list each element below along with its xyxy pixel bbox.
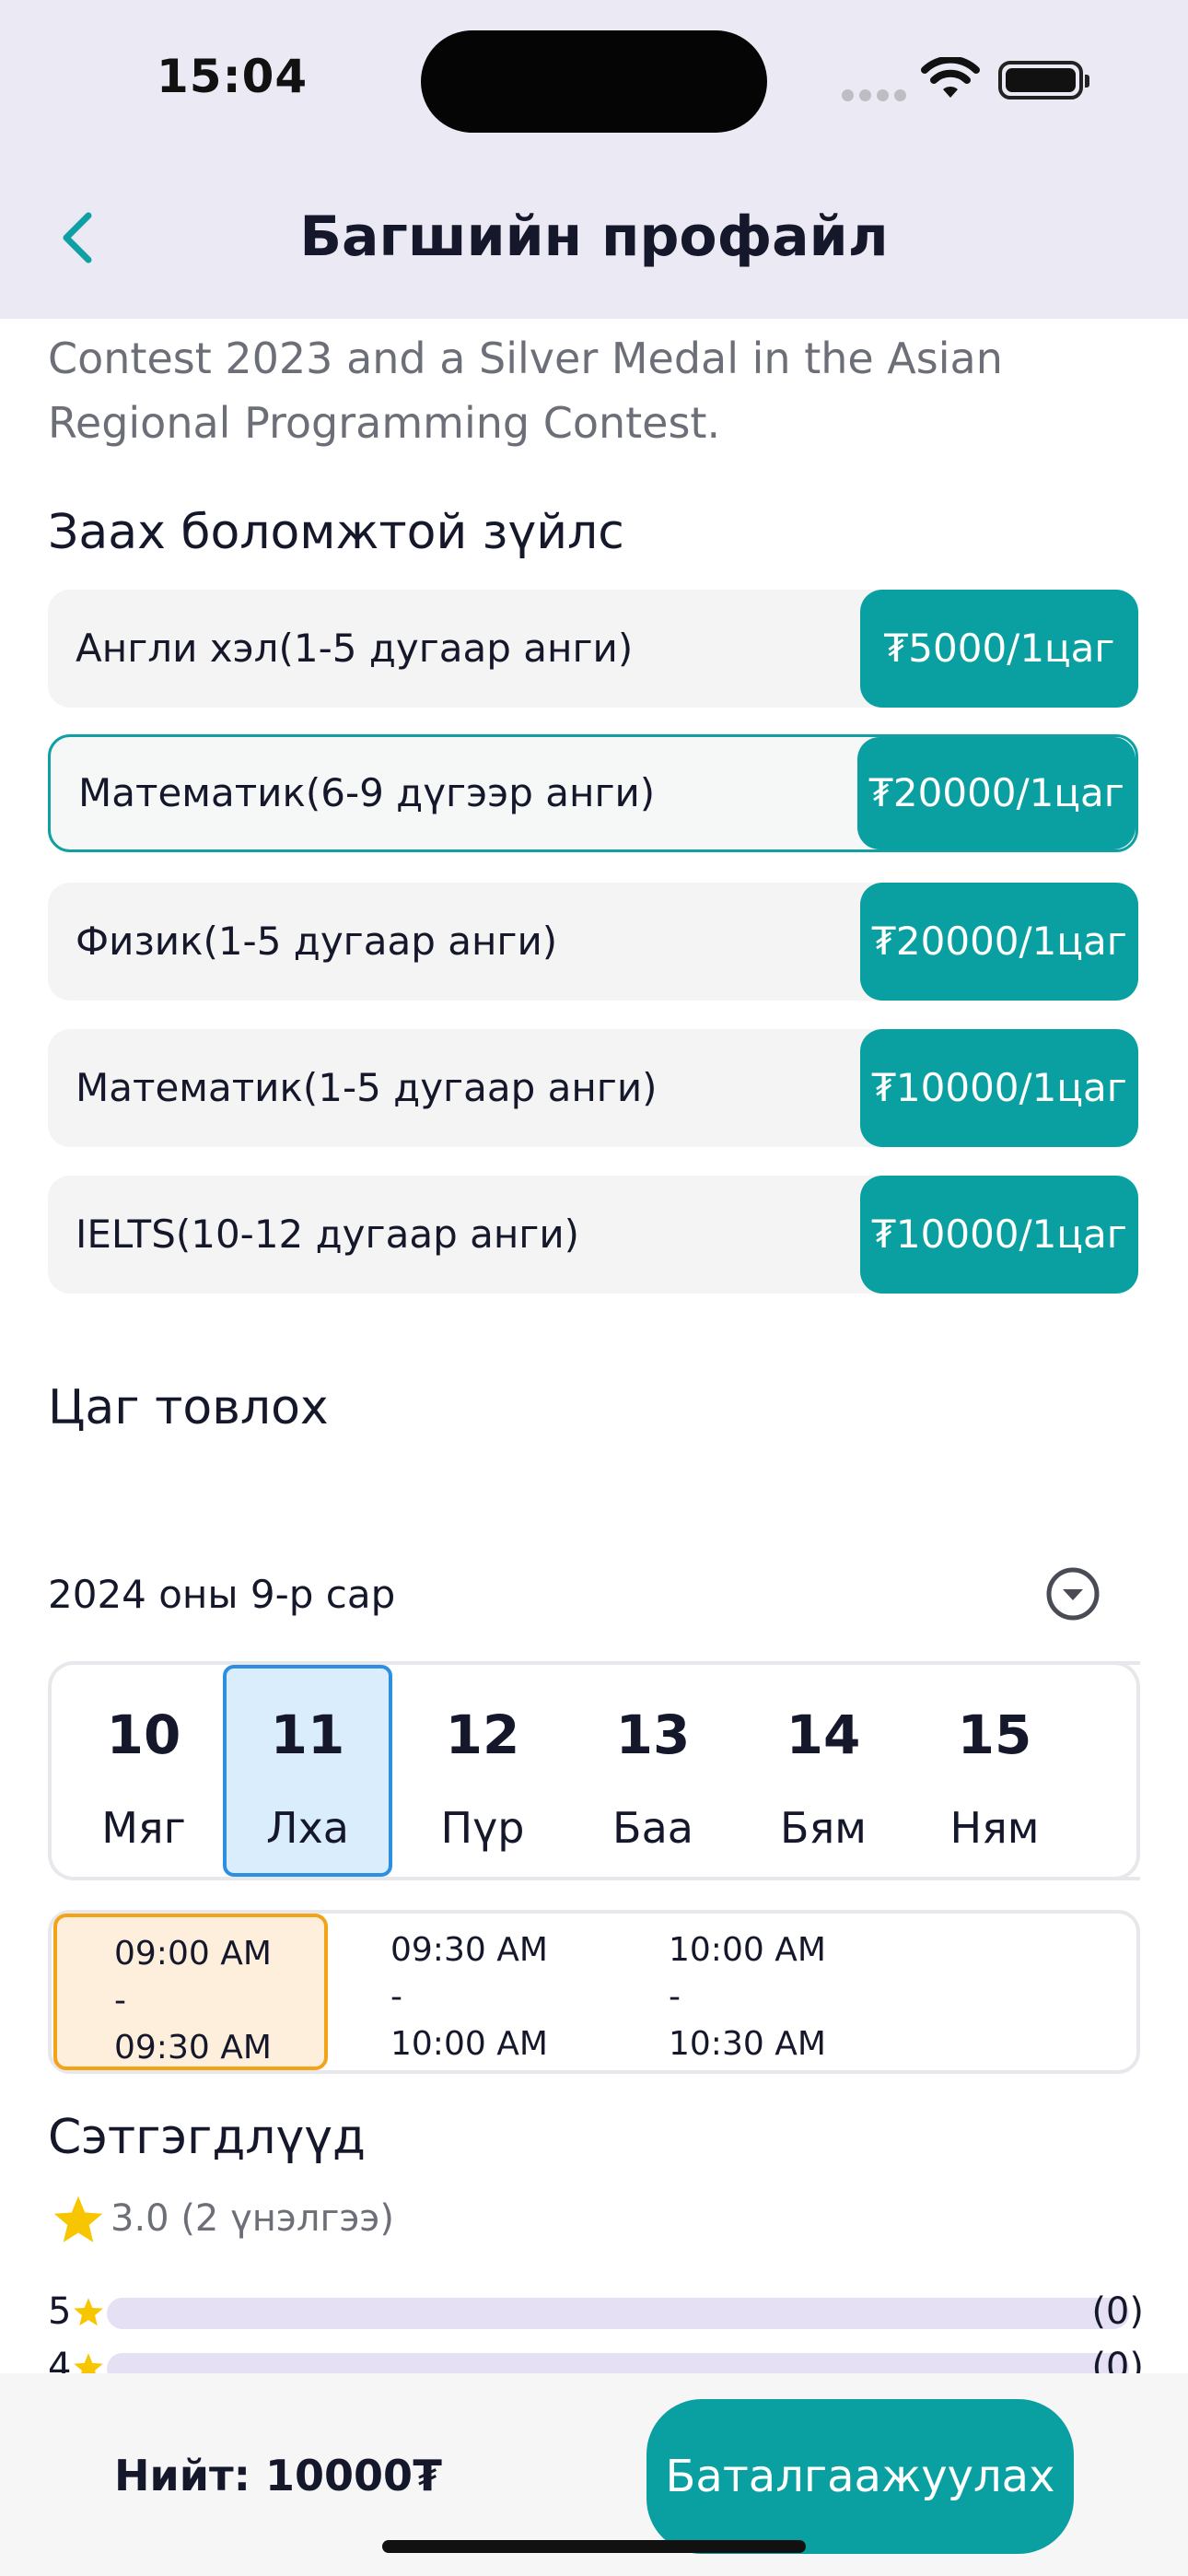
time-slot[interactable]: 10:00 AM - 10:30 AM	[669, 1914, 945, 2070]
total-price: Нийт: 10000₮	[114, 2451, 443, 2500]
day-number: 11	[270, 1704, 345, 1766]
day-number: 15	[957, 1704, 1032, 1766]
rating-summary: 3.0 (2 үнэлгээ)	[50, 2193, 394, 2248]
slot-end: 10:00 AM	[390, 2025, 548, 2063]
status-time: 15:04	[157, 50, 309, 103]
page-title: Багшийн профайл	[299, 205, 889, 269]
day-number: 10	[106, 1704, 181, 1766]
subjects-section-title: Заах боломжтой зүйлс	[48, 505, 624, 560]
day-weekday: Бям	[780, 1803, 867, 1853]
reviews-section-title: Сэтгэгдлүүд	[48, 2110, 367, 2165]
wifi-icon	[921, 57, 980, 98]
subject-item[interactable]: IELTS(10-12 дугаар анги) ₮10000/1цаг	[48, 1176, 1138, 1294]
subject-item[interactable]: Англи хэл(1-5 дугаар анги) ₮5000/1цаг	[48, 590, 1138, 708]
time-slot-selected[interactable]: 09:00 AM - 09:30 AM	[53, 1914, 328, 2070]
dynamic-island	[421, 30, 767, 133]
day-number: 14	[786, 1704, 861, 1766]
day-number: 12	[445, 1704, 520, 1766]
time-slots[interactable]: 09:00 AM - 09:30 AM 09:30 AM - 10:00 AM …	[48, 1910, 1140, 2074]
slot-separator: -	[114, 1982, 126, 2020]
day-number: 13	[615, 1704, 691, 1766]
rating-level: 5	[48, 2290, 72, 2333]
subject-price: ₮5000/1цаг	[860, 590, 1138, 708]
rating-bar-row: 5 (0)	[48, 2290, 1144, 2342]
subject-item[interactable]: Физик(1-5 дугаар анги) ₮20000/1цаг	[48, 883, 1138, 1001]
day-weekday: Мяг	[101, 1803, 186, 1853]
time-slot[interactable]: 09:30 AM - 10:00 AM	[390, 1914, 667, 2070]
slot-start: 10:00 AM	[669, 1931, 826, 1969]
bio-line: Contest 2023 and a Silver Medal in the A…	[48, 334, 1003, 383]
star-icon	[53, 2195, 103, 2242]
day-weekday: Пүр	[440, 1803, 525, 1853]
day-item[interactable]: 13 Баа	[568, 1665, 738, 1877]
slot-start: 09:00 AM	[114, 1935, 272, 1973]
subject-price: ₮20000/1цаг	[857, 737, 1136, 849]
teacher-bio: Contest 2023 and a Silver Medal in the A…	[48, 326, 1153, 455]
home-indicator	[382, 2540, 806, 2553]
subject-price: ₮10000/1цаг	[860, 1029, 1138, 1147]
subject-name: Физик(1-5 дугаар анги)	[76, 919, 558, 964]
subject-price: ₮10000/1цаг	[860, 1176, 1138, 1294]
subject-item[interactable]: Математик(1-5 дугаар анги) ₮10000/1цаг	[48, 1029, 1138, 1147]
bio-line: Regional Programming Contest.	[48, 398, 721, 448]
slot-separator: -	[669, 1978, 681, 2016]
chevron-down-circle-icon[interactable]	[1044, 1565, 1101, 1622]
slot-end: 09:30 AM	[114, 2029, 272, 2067]
month-label: 2024 оны 9-р сар	[48, 1572, 396, 1617]
subject-item[interactable]: Математик(6-9 дүгээр анги) ₮20000/1цаг	[48, 734, 1138, 852]
star-icon	[74, 2298, 103, 2326]
day-weekday: Баа	[612, 1803, 693, 1853]
day-weekday: Лха	[265, 1803, 349, 1853]
slot-end: 10:30 AM	[669, 2025, 826, 2063]
confirm-button[interactable]: Баталгаажуулах	[646, 2399, 1074, 2554]
slot-separator: -	[390, 1978, 402, 2016]
cellular-signal-icon	[842, 88, 912, 105]
day-item[interactable]: 12 Пүр	[398, 1665, 567, 1877]
day-item-selected[interactable]: 11 Лха	[223, 1665, 392, 1877]
date-strip[interactable]: 10 Мяг 11 Лха 12 Пүр 13 Баа 14 Бям 15 Ня…	[48, 1661, 1140, 1880]
subject-name: IELTS(10-12 дугаар анги)	[76, 1212, 580, 1257]
date-strip-edge	[1112, 1661, 1140, 1880]
day-weekday: Ням	[949, 1803, 1040, 1853]
rating-count: (0)	[1091, 2290, 1144, 2333]
day-item[interactable]: 10 Мяг	[59, 1665, 228, 1877]
rating-text: 3.0 (2 үнэлгээ)	[111, 2197, 394, 2240]
booking-section-title: Цаг товлох	[48, 1380, 329, 1435]
battery-icon	[998, 61, 1089, 100]
day-item[interactable]: 15 Ням	[910, 1665, 1079, 1877]
slot-start: 09:30 AM	[390, 1931, 548, 1969]
subject-name: Англи хэл(1-5 дугаар анги)	[76, 626, 634, 671]
subject-name: Математик(6-9 дүгээр анги)	[78, 770, 656, 815]
day-item[interactable]: 14 Бям	[739, 1665, 908, 1877]
subject-price: ₮20000/1цаг	[860, 883, 1138, 1001]
subject-name: Математик(1-5 дугаар анги)	[76, 1065, 658, 1110]
rating-bar	[107, 2298, 1129, 2329]
